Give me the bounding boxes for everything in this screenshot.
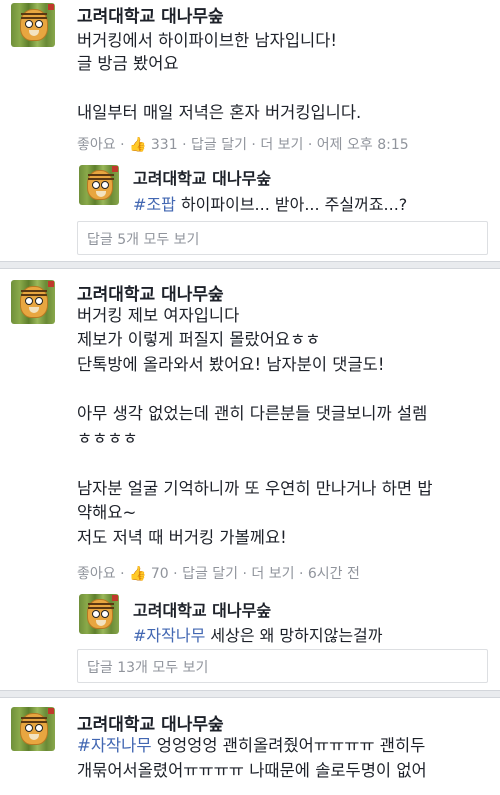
badge-icon	[48, 281, 54, 287]
reply-author[interactable]: 고려대학교 대나무숲	[133, 597, 271, 621]
comment-card-3: 고려대학교 대나무숲 #자작나무 엉엉엉엉 괜히올려줬어ㅠㅠㅠㅠ 괜히두 개묶어…	[0, 697, 500, 795]
comment-line: 버거킹에서 하이파이브한 남자입니다!	[77, 31, 337, 50]
comment-actions: 좋아요 · 👍 70 · 답글 달기 · 더 보기 · 6시간 전	[77, 566, 360, 582]
like-link[interactable]: 좋아요	[77, 137, 116, 153]
reply-text: #자작나무 세상은 왜 망하지않는걸까	[133, 626, 383, 645]
comment-card-1: 고려대학교 대나무숲 버거킹에서 하이파이브한 남자입니다! 글 방금 봤어요 …	[0, 0, 500, 262]
page-avatar[interactable]	[11, 707, 55, 751]
comment-line: 약해요~	[77, 503, 137, 522]
comment-line: 개묶어서올렸어ㅠㅠㅠㅠ 나때문에 솔로두명이 없어	[77, 761, 427, 780]
like-count: 70	[150, 566, 169, 582]
tiger-face-icon	[87, 170, 114, 200]
hashtag-link[interactable]: #자작나무	[77, 736, 152, 755]
reply-avatar[interactable]	[79, 594, 119, 634]
thumbs-up-icon: 👍	[129, 566, 147, 582]
like-link[interactable]: 좋아요	[77, 566, 116, 582]
thumbs-up-icon: 👍	[129, 137, 147, 153]
tiger-face-icon	[87, 599, 114, 629]
hashtag-link[interactable]: #자작나무	[133, 626, 205, 645]
comment-line: 내일부터 매일 저녁은 혼자 버거킹입니다.	[77, 103, 362, 122]
comment-line: 남자분 얼굴 기억하니까 또 우연히 만나거나 하면 밥	[77, 479, 433, 498]
comment-author[interactable]: 고려대학교 대나무숲	[77, 280, 224, 305]
badge-icon	[112, 595, 118, 601]
timestamp: 6시간 전	[307, 566, 360, 582]
tiger-face-icon	[20, 286, 48, 318]
comment-card-2: 고려대학교 대나무숲 버거킹 제보 여자입니다 제보가 이렇게 퍼질지 몰랐어요…	[0, 268, 500, 691]
reply-author[interactable]: 고려대학교 대나무숲	[133, 165, 271, 189]
comment-author[interactable]: 고려대학교 대나무숲	[77, 2, 224, 27]
hashtag-link[interactable]: #조팝	[133, 195, 176, 214]
page-avatar[interactable]	[11, 3, 55, 47]
reply-link[interactable]: 답글 달기	[182, 566, 238, 582]
comment-line: 제보가 이렇게 퍼질지 몰랐어요ㅎㅎ	[77, 330, 321, 349]
view-all-replies[interactable]: 답글 5개 모두 보기	[77, 221, 488, 255]
reply-link[interactable]: 답글 달기	[191, 137, 247, 153]
more-link[interactable]: 더 보기	[260, 137, 303, 153]
reply-avatar[interactable]	[79, 165, 119, 205]
view-all-replies[interactable]: 답글 13개 모두 보기	[77, 649, 488, 683]
comment-line: 단톡방에 올라와서 봤어요! 남자분이 댓글도!	[77, 355, 385, 374]
comment-line: 저도 저녁 때 버거킹 가볼께요!	[77, 528, 287, 547]
timestamp: 어제 오후 8:15	[316, 137, 409, 153]
comment-actions: 좋아요 · 👍 331 · 답글 달기 · 더 보기 · 어제 오후 8:15	[77, 137, 409, 153]
reply-text: #조팝 하이파이브... 받아... 주실꺼죠...?	[133, 195, 408, 214]
like-count: 331	[150, 137, 178, 153]
comment-line: #자작나무 엉엉엉엉 괜히올려줬어ㅠㅠㅠㅠ 괜히두	[77, 736, 426, 755]
comment-line: 버거킹 제보 여자입니다	[77, 306, 240, 325]
page-avatar[interactable]	[11, 280, 55, 324]
tiger-face-icon	[20, 9, 48, 41]
badge-icon	[48, 708, 54, 714]
comment-line: 글 방금 봤어요	[77, 54, 179, 73]
comment-line: ㅎㅎㅎㅎ	[77, 429, 138, 448]
tiger-face-icon	[20, 713, 48, 745]
more-link[interactable]: 더 보기	[251, 566, 294, 582]
badge-icon	[112, 166, 118, 172]
comment-line: 아무 생각 없었는데 괜히 다른분들 댓글보니까 설렘	[77, 404, 428, 423]
comment-author[interactable]: 고려대학교 대나무숲	[77, 710, 224, 735]
badge-icon	[48, 4, 54, 10]
